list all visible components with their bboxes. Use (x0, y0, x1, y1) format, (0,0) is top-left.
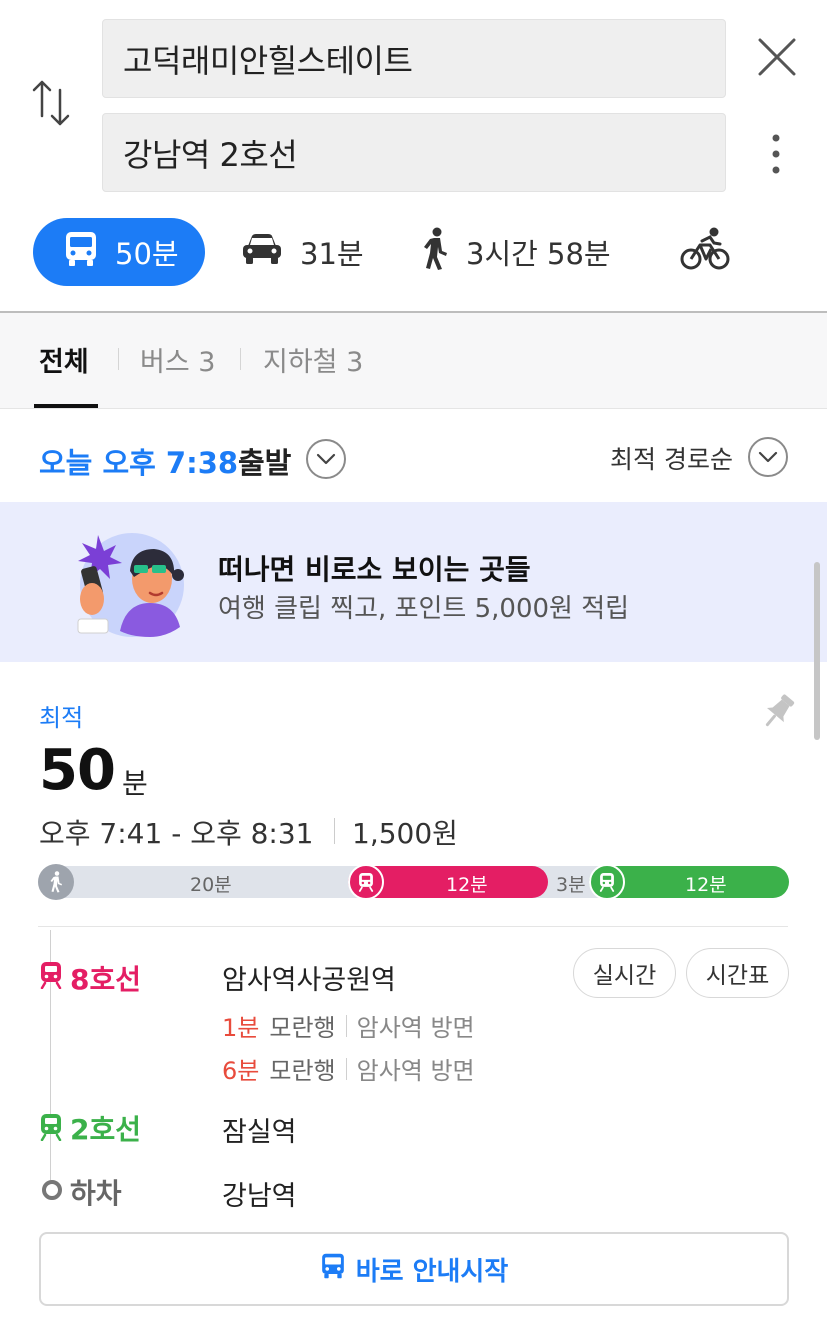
mode-transit-time: 50분 (115, 237, 179, 271)
destination-input[interactable]: 강남역 2호선 (102, 113, 726, 192)
walk-segment-icon (38, 864, 74, 900)
mode-car-tab[interactable]: 31분 (240, 218, 364, 286)
tab-separator (118, 348, 119, 370)
tab-subway[interactable]: 지하철 3 (263, 340, 363, 379)
arrival-direction: 암사역 방면 (356, 1014, 475, 1042)
card-divider (38, 926, 788, 927)
mode-transit-tab[interactable]: 50분 (33, 218, 205, 286)
subway-icon (38, 1113, 64, 1142)
alight-label: 하차 (70, 1177, 122, 1210)
banner-subtitle: 여행 클립 찍고, 포인트 5,000원 적립 (218, 594, 630, 624)
arrival-destination: 모란행 (269, 1057, 336, 1085)
best-route-badge: 최적 (39, 704, 84, 732)
line2-name: 2호선 (70, 1113, 142, 1146)
origin-input[interactable]: 고덕래미안힐스테이트 (102, 19, 726, 98)
arrival-minutes: 6분 (222, 1057, 260, 1085)
arrival-separator (345, 1057, 347, 1080)
bus-icon (320, 1252, 346, 1287)
swap-icon[interactable] (28, 76, 76, 130)
mode-bike-tab[interactable] (680, 218, 730, 286)
route-time-range: 오후 7:41 - 오후 8:31 (39, 817, 314, 850)
sort-dropdown-chevron-icon[interactable] (748, 437, 788, 477)
walk-segment-time: 20분 (190, 874, 232, 896)
route-duration-unit: 분 (122, 767, 148, 800)
start-navigation-label: 바로 안내시작 (355, 1256, 509, 1287)
selfie-illustration-icon (70, 527, 192, 639)
transfer-segment-time: 3분 (556, 874, 586, 896)
tab-bus[interactable]: 버스 3 (140, 340, 215, 379)
bus-icon (63, 230, 99, 275)
tab-separator (240, 348, 241, 370)
arrival-info-row: 1분 모란행 암사역 방면 (222, 1008, 475, 1043)
banner-title: 떠나면 비로소 보이는 곳들 (218, 553, 531, 586)
departure-time[interactable]: 오늘 오후 7:38 (39, 440, 238, 482)
walk-icon (420, 227, 450, 278)
subway-segment-icon (348, 864, 384, 900)
pin-icon[interactable] (760, 692, 796, 732)
line2-segment-time: 12분 (685, 874, 727, 896)
car-icon (240, 232, 284, 273)
arrival-destination: 모란행 (269, 1014, 336, 1042)
arrival-separator (345, 1014, 347, 1037)
alight-station[interactable]: 강남역 (222, 1174, 297, 1213)
mode-car-time: 31분 (300, 237, 364, 271)
filter-tabs-bar (0, 313, 827, 409)
alight-dot-icon (42, 1180, 62, 1200)
subway-segment-icon (589, 864, 625, 900)
subway-icon (38, 961, 64, 990)
start-navigation-button[interactable]: 바로 안내시작 (39, 1232, 789, 1306)
more-options-icon[interactable] (764, 132, 788, 176)
departure-dropdown-chevron-icon[interactable] (306, 439, 346, 479)
route-fare: 1,500원 (352, 817, 458, 850)
timetable-button[interactable]: 시간표 (686, 948, 789, 998)
bicycle-icon (680, 227, 730, 278)
close-icon[interactable] (754, 34, 800, 80)
fare-separator (334, 818, 335, 844)
mode-walk-tab[interactable]: 3시간 58분 (420, 218, 611, 286)
transfer-station[interactable]: 잠실역 (222, 1110, 297, 1149)
boarding-station[interactable]: 암사역사공원역 (222, 958, 396, 997)
line8-name: 8호선 (70, 963, 142, 996)
arrival-info-row: 6분 모란행 암사역 방면 (222, 1051, 475, 1086)
scrollbar-thumb[interactable] (814, 562, 820, 740)
tab-all[interactable]: 전체 (39, 340, 89, 379)
arrival-direction: 암사역 방면 (356, 1057, 475, 1085)
realtime-button[interactable]: 실시간 (573, 948, 676, 998)
departure-label[interactable]: 출발 (238, 440, 291, 482)
tabs-divider (0, 408, 827, 409)
mode-walk-time: 3시간 58분 (466, 237, 611, 271)
arrival-minutes: 1분 (222, 1014, 260, 1042)
sort-order-label[interactable]: 최적 경로순 (610, 440, 733, 476)
line8-segment-time: 12분 (446, 874, 488, 896)
route-duration: 50 (39, 738, 116, 803)
